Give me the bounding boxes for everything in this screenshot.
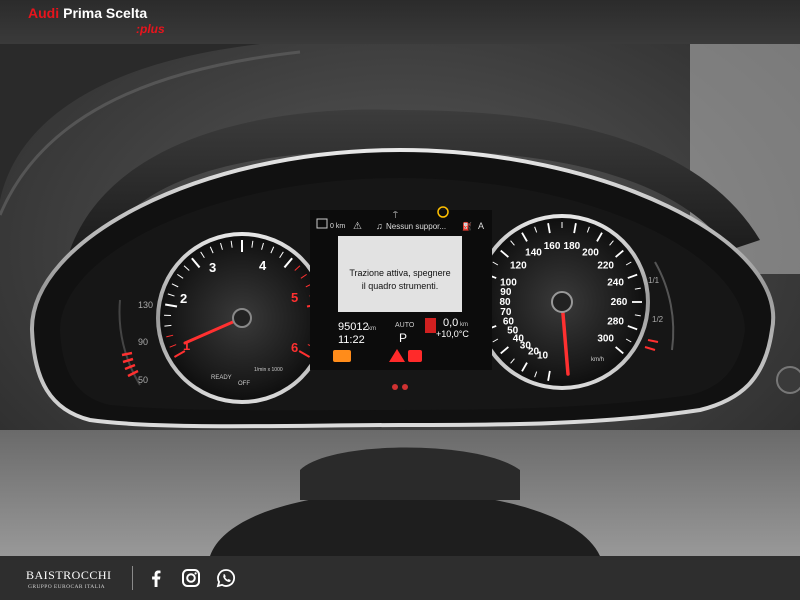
speed-hub xyxy=(551,291,573,313)
tach-label-3: 3 xyxy=(209,260,216,275)
odometer: 95012 xyxy=(338,321,369,333)
tach-label-4: 4 xyxy=(259,258,267,273)
fuel-pump-icon: ⛽ xyxy=(462,221,472,231)
gear: P xyxy=(399,331,407,345)
dealer-subtitle: GRUPPO EUROCAR ITALIA xyxy=(28,584,106,590)
wiper-button xyxy=(776,366,800,394)
outside-temperature: +10,0°C xyxy=(436,329,469,339)
seatbelt-warning-icon xyxy=(425,318,436,333)
odometer-unit: km xyxy=(368,326,376,332)
tachometer: 1 2 3 4 5 6 READY OFF 1/min x 1000 xyxy=(156,232,328,404)
speed-label: 180 xyxy=(564,241,581,252)
gear-mode: AUTO xyxy=(395,322,415,329)
speed-label: 160 xyxy=(544,241,561,252)
footer-bar: BAISTROCCHI GRUPPO EUROCAR ITALIA xyxy=(0,556,800,600)
seatbelt-icon: ⍑ xyxy=(393,211,398,220)
speed-label: 240 xyxy=(607,278,624,289)
header-bar: Audi Prima Scelta :plus xyxy=(0,0,800,44)
temp-label-50: 50 xyxy=(138,375,148,385)
brand-logo: Audi Prima Scelta xyxy=(28,5,147,21)
brand-plus: :plus xyxy=(136,22,165,36)
speed-label: 90 xyxy=(500,287,512,298)
tach-label-2: 2 xyxy=(180,291,187,306)
tach-label-5: 5 xyxy=(291,290,298,305)
adaptive-icon: A xyxy=(478,221,484,231)
dealer-name: BAISTROCCHI xyxy=(26,568,112,582)
speed-label: 100 xyxy=(500,278,517,289)
speed-unit: km/h xyxy=(591,357,604,363)
engine-check-icon xyxy=(333,350,351,362)
dashboard-photo: 50 90 130 1 2 3 4 5 6 READY OFF 1/min x … xyxy=(0,44,800,556)
range-readout: 0 km xyxy=(330,223,345,230)
trip-readout: 0,0 xyxy=(443,317,458,329)
brand-prima-scelta: Prima Scelta xyxy=(63,5,148,21)
speed-label: 120 xyxy=(510,260,527,271)
trip-unit: km xyxy=(460,322,468,328)
speedometer: 102030405060708090100120140160 1802002202… xyxy=(474,214,650,390)
fuel-label-half: 1/2 xyxy=(652,315,664,324)
instagram-icon[interactable] xyxy=(179,566,203,590)
clock: 11:22 xyxy=(338,334,365,346)
tach-label-6: 6 xyxy=(291,340,298,355)
parking-brake-icon xyxy=(408,350,422,362)
footer-divider xyxy=(132,566,133,590)
speed-label: 220 xyxy=(597,260,614,271)
message-line-1: Trazione attiva, spegnere xyxy=(349,268,450,278)
speed-label: 280 xyxy=(607,316,624,327)
tach-unit: 1/min x 1000 xyxy=(254,367,283,373)
brand-audi: Audi xyxy=(28,5,60,21)
fuel-label-full: 1/1 xyxy=(648,276,660,285)
warning-triangle-icon: ⚠ xyxy=(353,221,362,232)
speed-label: 300 xyxy=(597,334,614,345)
speed-label: 70 xyxy=(500,307,512,318)
temp-label-90: 90 xyxy=(138,337,148,347)
tach-hub xyxy=(232,308,252,328)
speed-label: 200 xyxy=(582,248,599,259)
whatsapp-icon[interactable] xyxy=(214,566,238,590)
tach-ready: READY xyxy=(211,375,232,381)
music-note-icon: ♫ xyxy=(376,221,383,231)
speed-label: 260 xyxy=(611,297,628,308)
speed-label: 80 xyxy=(499,297,511,308)
speed-label: 140 xyxy=(525,248,542,259)
center-display: 0 km ⚠ ♫ Nessun suppor... ⛽ A ⍑ Trazione… xyxy=(310,206,492,370)
media-source: Nessun suppor... xyxy=(386,222,446,231)
message-line-2: il quadro strumenti. xyxy=(362,281,439,291)
facebook-icon[interactable] xyxy=(144,566,168,590)
temp-label-130: 130 xyxy=(138,300,153,310)
speed-label: 60 xyxy=(503,316,515,327)
tach-off: OFF xyxy=(238,381,250,387)
